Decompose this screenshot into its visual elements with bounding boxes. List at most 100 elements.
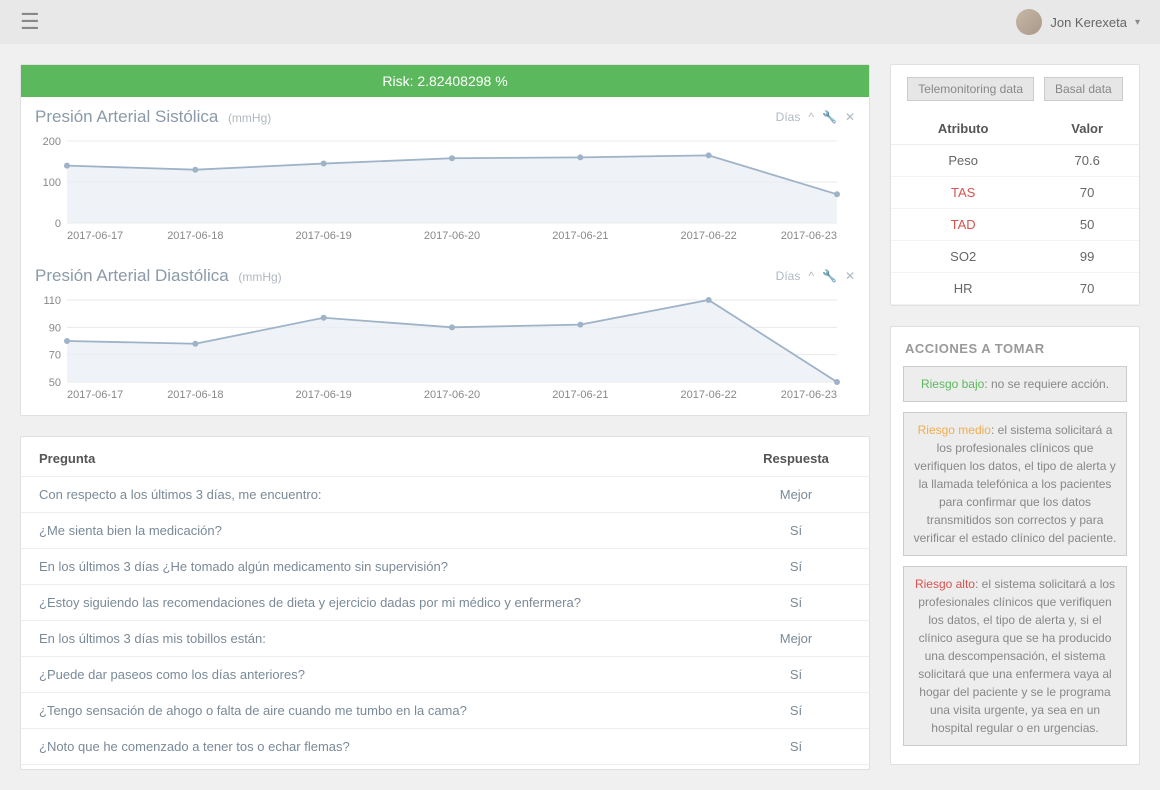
table-row: ¿Me sienta bien la medicación?Sí xyxy=(21,513,869,549)
svg-text:70: 70 xyxy=(49,350,61,362)
svg-text:2017-06-18: 2017-06-18 xyxy=(167,230,223,242)
svg-text:2017-06-22: 2017-06-22 xyxy=(681,389,737,401)
svg-text:50: 50 xyxy=(49,377,61,389)
attr-value: 70 xyxy=(1035,177,1139,209)
question-text: ¿Noto que he comenzado a tener tos o ech… xyxy=(39,739,741,754)
close-icon[interactable]: ✕ xyxy=(845,110,855,124)
risk-banner: Risk: 2.82408298 % xyxy=(21,65,869,97)
risk-low-label: Riesgo bajo xyxy=(921,377,984,391)
svg-text:0: 0 xyxy=(55,218,61,230)
answer-text: Sí xyxy=(741,559,851,574)
table-row: ¿Noto que he comenzado a tener tos o ech… xyxy=(21,729,869,765)
user-menu[interactable]: Jon Kerexeta ▾ xyxy=(1016,9,1140,35)
close-icon[interactable]: ✕ xyxy=(845,269,855,283)
answer-text: Mejor xyxy=(741,487,851,502)
collapse-icon[interactable]: ^ xyxy=(808,269,814,283)
question-text: Con respecto a los últimos 3 días, me en… xyxy=(39,487,741,502)
settings-icon[interactable]: 🔧 xyxy=(822,269,837,283)
attr-value: 50 xyxy=(1035,209,1139,241)
action-high: Riesgo alto: el sistema solicitará a los… xyxy=(903,566,1127,746)
avatar xyxy=(1016,9,1042,35)
collapse-icon[interactable]: ^ xyxy=(808,110,814,124)
chart-diastolic: Presión Arterial Diastólica (mmHg) Días … xyxy=(21,256,869,415)
chart-svg: 50 70 90 110 2017-06-17 2017-06-18 2017-06-19 2… xyxy=(35,292,845,402)
svg-text:2017-06-23: 2017-06-23 xyxy=(781,389,837,401)
actions-panel: ACCIONES A TOMAR Riesgo bajo: no se requ… xyxy=(890,326,1140,765)
svg-text:2017-06-19: 2017-06-19 xyxy=(296,230,352,242)
chart-svg: 0 100 200 2017-06-17 2017-06-18 2017-06-19 201… xyxy=(35,133,845,243)
val-header: Valor xyxy=(1035,113,1139,145)
svg-text:2017-06-20: 2017-06-20 xyxy=(424,230,480,242)
table-row: HR70 xyxy=(891,273,1139,305)
chart-systolic: Presión Arterial Sistólica (mmHg) Días ^… xyxy=(21,97,869,256)
risk-med-label: Riesgo medio xyxy=(918,423,991,437)
attr-value: 70.6 xyxy=(1035,145,1139,177)
svg-text:2017-06-22: 2017-06-22 xyxy=(681,230,737,242)
chart-unit: (mmHg) xyxy=(238,270,281,284)
attr-value: 99 xyxy=(1035,241,1139,273)
attributes-panel: Telemonitoring data Basal data Atributo … xyxy=(890,64,1140,306)
attr-name: SO2 xyxy=(891,241,1035,273)
svg-text:2017-06-18: 2017-06-18 xyxy=(167,389,223,401)
charts-panel: Risk: 2.82408298 % Presión Arterial Sist… xyxy=(20,64,870,416)
action-med: Riesgo medio: el sistema solicitará a lo… xyxy=(903,412,1127,556)
attr-name: HR xyxy=(891,273,1035,305)
answer-text: Sí xyxy=(741,595,851,610)
settings-icon[interactable]: 🔧 xyxy=(822,110,837,124)
svg-text:2017-06-19: 2017-06-19 xyxy=(296,389,352,401)
svg-text:2017-06-17: 2017-06-17 xyxy=(67,389,123,401)
question-text: ¿Puede dar paseos como los días anterior… xyxy=(39,667,741,682)
svg-text:2017-06-17: 2017-06-17 xyxy=(67,230,123,242)
answer-text: Sí xyxy=(741,667,851,682)
table-row: En los últimos 3 días ¿He tomado algún m… xyxy=(21,549,869,585)
topbar: ☰ Jon Kerexeta ▾ xyxy=(0,0,1160,44)
days-label: Días xyxy=(776,269,801,283)
risk-high-label: Riesgo alto xyxy=(915,577,975,591)
chart-title: Presión Arterial Sistólica xyxy=(35,107,218,126)
table-row: TAS70 xyxy=(891,177,1139,209)
question-text: En los últimos 3 días mis tobillos están… xyxy=(39,631,741,646)
svg-text:200: 200 xyxy=(43,136,61,148)
risk-low-text: : no se requiere acción. xyxy=(984,377,1109,391)
attr-name: TAS xyxy=(891,177,1035,209)
chart-unit: (mmHg) xyxy=(228,111,271,125)
question-header: Pregunta xyxy=(39,451,741,466)
svg-text:100: 100 xyxy=(43,177,61,189)
svg-text:90: 90 xyxy=(49,322,61,334)
svg-text:110: 110 xyxy=(43,295,61,307)
risk-med-text: : el sistema solicitará a los profesiona… xyxy=(914,423,1117,545)
answer-text: Sí xyxy=(741,739,851,754)
table-row: Peso70.6 xyxy=(891,145,1139,177)
days-label: Días xyxy=(776,110,801,124)
table-row: SO299 xyxy=(891,241,1139,273)
table-row: ¿Estoy siguiendo las recomendaciones de … xyxy=(21,585,869,621)
attr-name: TAD xyxy=(891,209,1035,241)
answer-text: Sí xyxy=(741,523,851,538)
attr-header: Atributo xyxy=(891,113,1035,145)
user-name: Jon Kerexeta xyxy=(1050,15,1127,30)
question-text: ¿Tengo sensación de ahogo o falta de air… xyxy=(39,703,741,718)
attr-value: 70 xyxy=(1035,273,1139,305)
hamburger-icon[interactable]: ☰ xyxy=(20,9,40,35)
tab-basal[interactable]: Basal data xyxy=(1044,77,1123,101)
question-text: ¿Me sienta bien la medicación? xyxy=(39,523,741,538)
svg-text:2017-06-23: 2017-06-23 xyxy=(781,230,837,242)
svg-text:2017-06-21: 2017-06-21 xyxy=(552,230,608,242)
tab-telemonitoring[interactable]: Telemonitoring data xyxy=(907,77,1034,101)
answer-text: Sí xyxy=(741,703,851,718)
actions-title: ACCIONES A TOMAR xyxy=(891,327,1139,366)
table-row: En los últimos 3 días mis tobillos están… xyxy=(21,621,869,657)
svg-text:2017-06-21: 2017-06-21 xyxy=(552,389,608,401)
answer-header: Respuesta xyxy=(741,451,851,466)
table-row: Con respecto a los últimos 3 días, me en… xyxy=(21,477,869,513)
svg-text:2017-06-20: 2017-06-20 xyxy=(424,389,480,401)
answer-text: Mejor xyxy=(741,631,851,646)
questions-panel: Pregunta Respuesta Con respecto a los úl… xyxy=(20,436,870,770)
question-text: ¿Estoy siguiendo las recomendaciones de … xyxy=(39,595,741,610)
chevron-down-icon: ▾ xyxy=(1135,17,1140,28)
question-text: En los últimos 3 días ¿He tomado algún m… xyxy=(39,559,741,574)
table-row: TAD50 xyxy=(891,209,1139,241)
risk-high-text: : el sistema solicitará a los profesiona… xyxy=(918,577,1115,735)
action-low: Riesgo bajo: no se requiere acción. xyxy=(903,366,1127,402)
table-row: ¿Puede dar paseos como los días anterior… xyxy=(21,657,869,693)
